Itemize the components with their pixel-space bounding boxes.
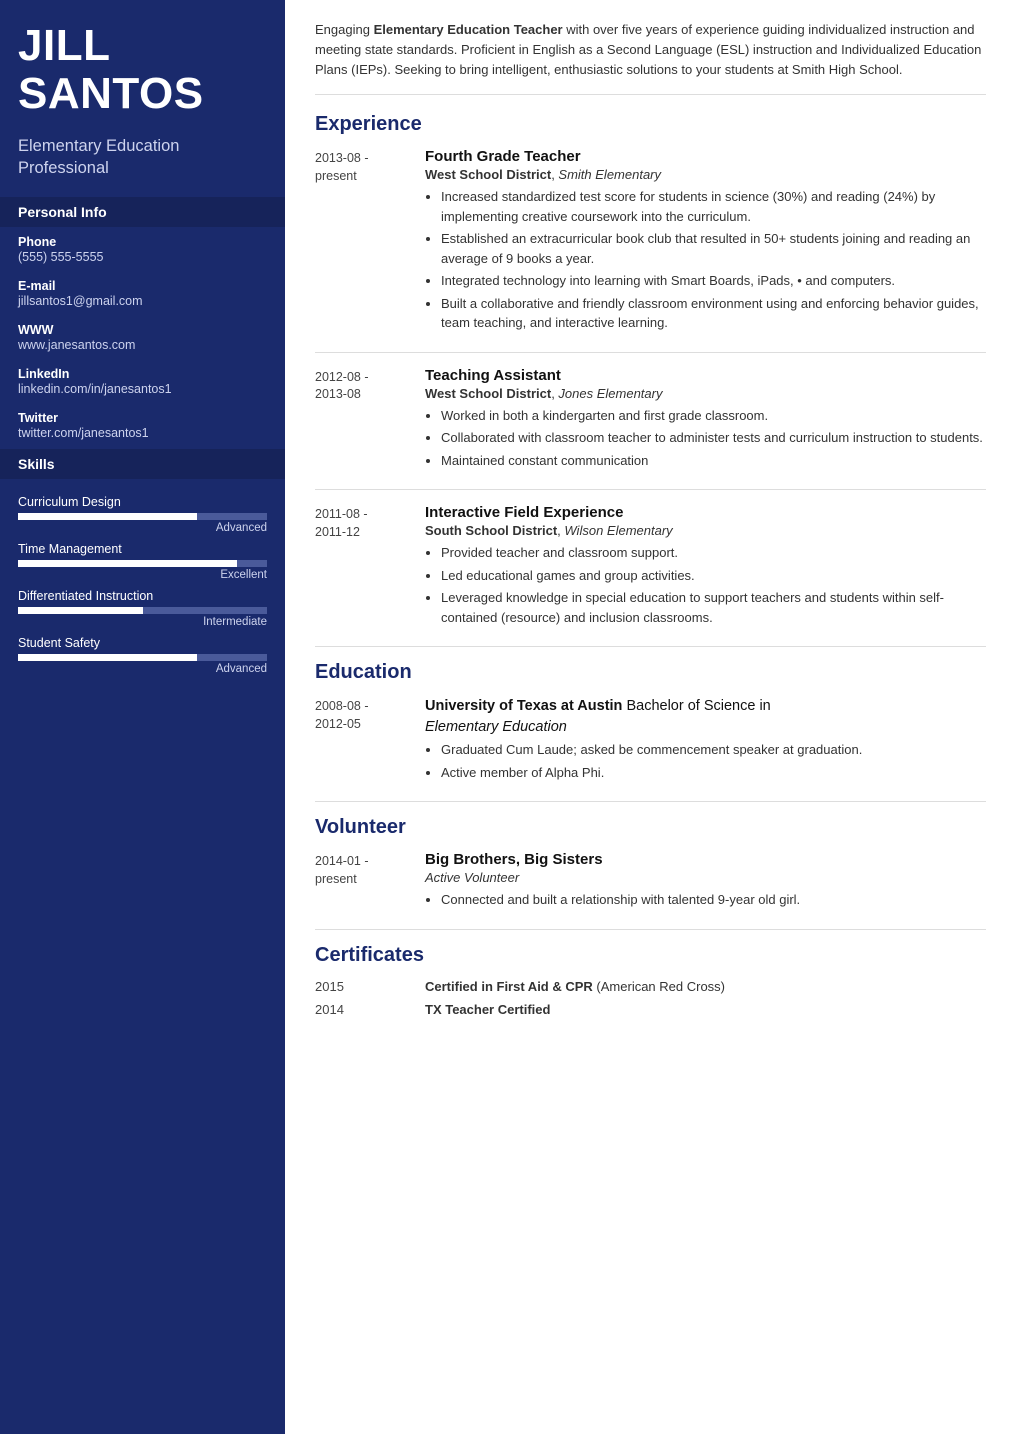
list-item: Connected and built a relationship with … [441, 890, 986, 910]
skill-level-2: Intermediate [18, 616, 267, 628]
exp-title-1: Teaching Assistant [425, 367, 986, 384]
list-item: Built a collaborative and friendly class… [441, 294, 986, 333]
volunteer-item-0: 2014-01 -present Big Brothers, Big Siste… [315, 851, 986, 913]
skill-level-3: Advanced [18, 663, 267, 675]
skill-level-1: Excellent [18, 569, 267, 581]
skills-header: Skills [0, 449, 285, 479]
list-item: Graduated Cum Laude; asked be commenceme… [441, 740, 986, 760]
volunteer-org-0: Big Brothers, Big Sisters [425, 851, 986, 868]
skill-level-0: Advanced [18, 522, 267, 534]
twitter-field: Twitter twitter.com/janesantos1 [0, 403, 285, 447]
exp-org-2: South School District, Wilson Elementary [425, 523, 986, 538]
main-content: Engaging Elementary Education Teacher wi… [285, 0, 1016, 1434]
skill-bar-3 [18, 654, 267, 661]
list-item: Leveraged knowledge in special education… [441, 588, 986, 627]
email-field: E-mail jillsantos1@gmail.com [0, 271, 285, 315]
summary-bold: Elementary Education Teacher [374, 22, 563, 37]
sidebar: JILL SANTOS Elementary Education Profess… [0, 0, 285, 1434]
certificates-title: Certificates [315, 944, 986, 967]
volunteer-bullets-0: Connected and built a relationship with … [425, 890, 986, 910]
volunteer-content-0: Big Brothers, Big Sisters Active Volunte… [425, 851, 986, 913]
skill-bar-1 [18, 560, 267, 567]
summary: Engaging Elementary Education Teacher wi… [315, 20, 986, 95]
exp-content-2: Interactive Field Experience South Schoo… [425, 504, 986, 630]
list-item: Active member of Alpha Phi. [441, 763, 986, 783]
certificates-section: Certificates 2015 Certified in First Aid… [315, 944, 986, 1017]
cert-desc-1: TX Teacher Certified [425, 1002, 986, 1017]
experience-title: Experience [315, 113, 986, 136]
cert-desc-0: Certified in First Aid & CPR (American R… [425, 979, 986, 994]
exp-dates-2: 2011-08 -2011-12 [315, 504, 425, 630]
exp-item-0: 2013-08 -present Fourth Grade Teacher We… [315, 148, 986, 336]
skill-bar-2 [18, 607, 267, 614]
exp-title-2: Interactive Field Experience [425, 504, 986, 521]
list-item: Collaborated with classroom teacher to a… [441, 428, 986, 448]
education-section: Education 2008-08 -2012-05 University of… [315, 661, 986, 785]
list-item: Maintained constant communication [441, 451, 986, 471]
exp-bullets-0: Increased standardized test score for st… [425, 187, 986, 333]
list-item: Increased standardized test score for st… [441, 187, 986, 226]
volunteer-section: Volunteer 2014-01 -present Big Brothers,… [315, 816, 986, 913]
linkedin-field: LinkedIn linkedin.com/in/janesantos1 [0, 359, 285, 403]
cert-item-0: 2015 Certified in First Aid & CPR (Ameri… [315, 979, 986, 994]
cert-year-1: 2014 [315, 1002, 425, 1017]
list-item: Worked in both a kindergarten and first … [441, 406, 986, 426]
list-item: Established an extracurricular book club… [441, 229, 986, 268]
education-title: Education [315, 661, 986, 684]
skills-section: Curriculum Design Advanced Time Manageme… [0, 479, 285, 687]
exp-title-0: Fourth Grade Teacher [425, 148, 986, 165]
skill-name-1: Time Management [18, 542, 267, 556]
experience-section: Experience 2013-08 -present Fourth Grade… [315, 113, 986, 630]
edu-content-0: University of Texas at Austin Bachelor o… [425, 696, 986, 785]
exp-org-0: West School District, Smith Elementary [425, 167, 986, 182]
phone-field: Phone (555) 555-5555 [0, 227, 285, 271]
candidate-title: Elementary Education Professional [0, 129, 285, 196]
www-field: WWW www.janesantos.com [0, 315, 285, 359]
exp-bullets-1: Worked in both a kindergarten and first … [425, 406, 986, 471]
cert-item-1: 2014 TX Teacher Certified [315, 1002, 986, 1017]
edu-title-0: University of Texas at Austin Bachelor o… [425, 696, 986, 737]
skill-bar-0 [18, 513, 267, 520]
cert-year-0: 2015 [315, 979, 425, 994]
edu-item-0: 2008-08 -2012-05 University of Texas at … [315, 696, 986, 785]
exp-dates-0: 2013-08 -present [315, 148, 425, 336]
exp-org-1: West School District, Jones Elementary [425, 386, 986, 401]
volunteer-role-0: Active Volunteer [425, 870, 986, 885]
edu-bullets-0: Graduated Cum Laude; asked be commenceme… [425, 740, 986, 782]
personal-info-header: Personal Info [0, 197, 285, 227]
list-item: Led educational games and group activiti… [441, 566, 986, 586]
edu-dates-0: 2008-08 -2012-05 [315, 696, 425, 785]
volunteer-dates-0: 2014-01 -present [315, 851, 425, 913]
volunteer-title: Volunteer [315, 816, 986, 839]
skill-name-2: Differentiated Instruction [18, 589, 267, 603]
list-item: Provided teacher and classroom support. [441, 543, 986, 563]
skill-name-3: Student Safety [18, 636, 267, 650]
exp-content-0: Fourth Grade Teacher West School Distric… [425, 148, 986, 336]
exp-content-1: Teaching Assistant West School District,… [425, 367, 986, 474]
skill-name-0: Curriculum Design [18, 495, 267, 509]
exp-item-1: 2012-08 -2013-08 Teaching Assistant West… [315, 367, 986, 474]
exp-item-2: 2011-08 -2011-12 Interactive Field Exper… [315, 504, 986, 630]
exp-dates-1: 2012-08 -2013-08 [315, 367, 425, 474]
exp-bullets-2: Provided teacher and classroom support. … [425, 543, 986, 627]
list-item: Integrated technology into learning with… [441, 271, 986, 291]
candidate-name: JILL SANTOS [0, 0, 285, 129]
